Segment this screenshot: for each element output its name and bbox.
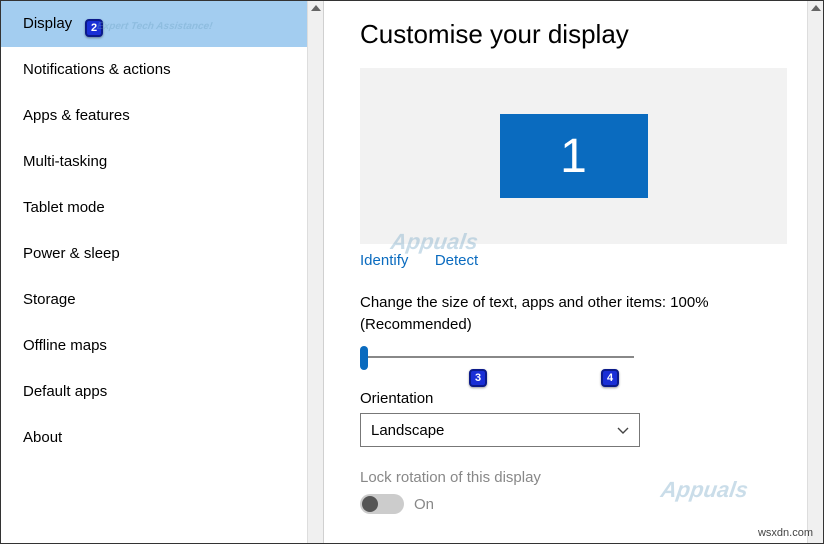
sidebar-item-power-sleep[interactable]: Power & sleep <box>1 231 323 277</box>
display-preview[interactable]: 1 <box>360 68 787 244</box>
annotation-badge-3: 3 <box>469 369 487 387</box>
monitor-number: 1 <box>560 129 587 184</box>
annotation-badge-4: 4 <box>601 369 619 387</box>
toggle-state-text: On <box>414 496 434 513</box>
sidebar-item-offline-maps[interactable]: Offline maps <box>1 323 323 369</box>
main-scrollbar[interactable] <box>807 1 823 543</box>
sidebar-item-label: Tablet mode <box>23 199 105 216</box>
sidebar-item-apps-features[interactable]: Apps & features <box>1 93 323 139</box>
sidebar-item-default-apps[interactable]: Default apps <box>1 369 323 415</box>
sidebar-item-label: Notifications & actions <box>23 61 171 78</box>
identify-link[interactable]: Identify <box>360 252 408 269</box>
sidebar-item-label: About <box>23 429 62 446</box>
orientation-label: Orientation <box>360 390 787 407</box>
sidebar-scrollbar[interactable] <box>307 1 323 543</box>
sidebar-item-label: Default apps <box>23 383 107 400</box>
sidebar-item-label: Storage <box>23 291 76 308</box>
scale-slider[interactable] <box>360 346 640 370</box>
lock-rotation-label: Lock rotation of this display <box>360 469 787 486</box>
sidebar-item-label: Apps & features <box>23 107 130 124</box>
image-credit: wsxdn.com <box>758 527 813 539</box>
lock-rotation-toggle[interactable] <box>360 494 404 514</box>
orientation-value: Landscape <box>371 422 444 439</box>
sidebar-item-multitasking[interactable]: Multi-tasking <box>1 139 323 185</box>
scale-label: Change the size of text, apps and other … <box>360 292 787 336</box>
sidebar-item-notifications[interactable]: Notifications & actions <box>1 47 323 93</box>
sidebar-item-label: Power & sleep <box>23 245 120 262</box>
detect-link[interactable]: Detect <box>435 252 478 269</box>
annotation-badge-2: 2 <box>85 19 103 37</box>
sidebar-item-label: Offline maps <box>23 337 107 354</box>
main-panel: Customise your display 1 Identify Detect… <box>324 1 823 543</box>
page-title: Customise your display <box>360 19 787 50</box>
sidebar-item-display[interactable]: Display <box>1 1 323 47</box>
slider-thumb[interactable] <box>360 346 368 370</box>
settings-sidebar: Display Notifications & actions Apps & f… <box>1 1 324 543</box>
monitor-tile-1[interactable]: 1 <box>500 114 648 198</box>
orientation-select[interactable]: Landscape <box>360 413 640 447</box>
sidebar-item-label: Multi-tasking <box>23 153 107 170</box>
sidebar-item-about[interactable]: About <box>1 415 323 461</box>
sidebar-item-storage[interactable]: Storage <box>1 277 323 323</box>
slider-track <box>366 356 634 358</box>
sidebar-item-tablet-mode[interactable]: Tablet mode <box>1 185 323 231</box>
chevron-down-icon <box>617 424 629 436</box>
sidebar-item-label: Display <box>23 15 72 32</box>
